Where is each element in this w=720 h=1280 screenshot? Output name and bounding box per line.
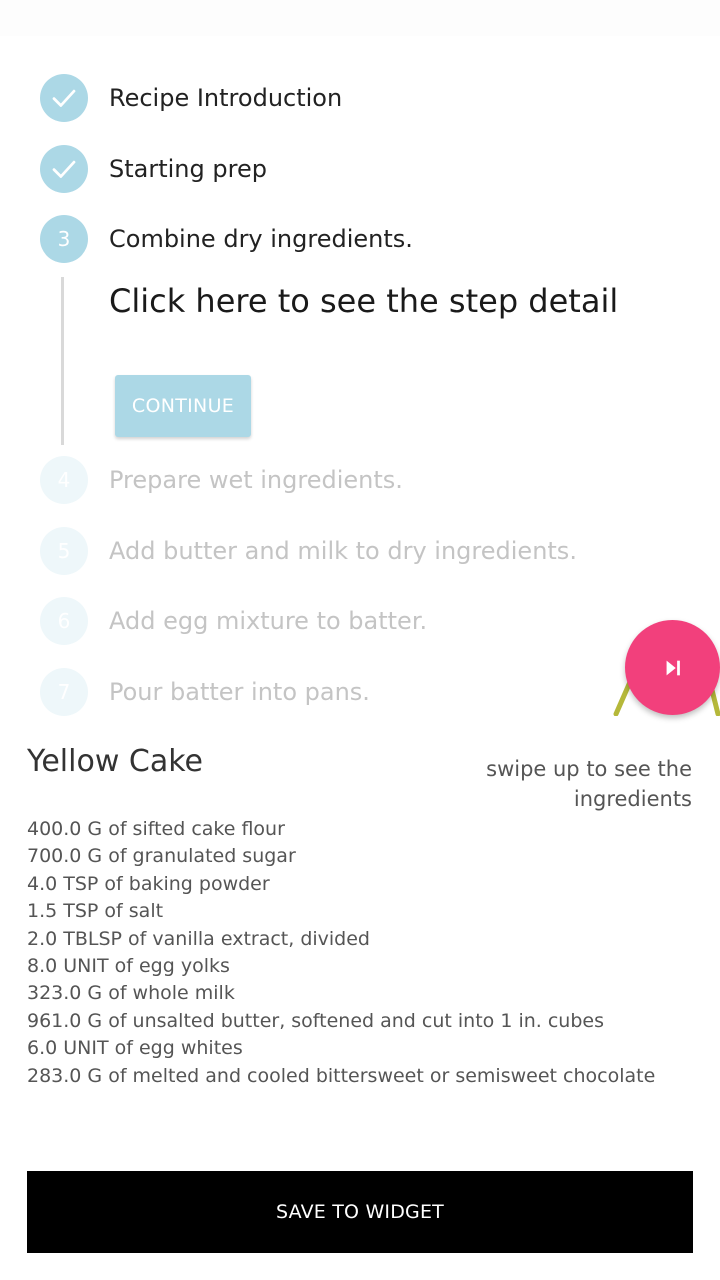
status-bar xyxy=(0,0,720,36)
step-4-label: Prepare wet ingredients. xyxy=(109,466,403,494)
step-6-number: 6 xyxy=(40,597,88,645)
ingredient-item: 2.0 TBLSP of vanilla extract, divided xyxy=(27,927,370,950)
ingredient-item: 400.0 G of sifted cake flour xyxy=(27,818,285,840)
step-7-number: 7 xyxy=(40,668,88,716)
swipe-hint: swipe up to see the ingredients xyxy=(486,757,692,811)
check-icon xyxy=(40,74,88,122)
save-to-widget-button[interactable]: SAVE TO WIDGET xyxy=(27,1171,693,1253)
check-icon xyxy=(40,145,88,193)
ingredient-item: 4.0 TSP of baking powder xyxy=(27,872,270,895)
step-5[interactable]: 5 Add butter and milk to dry ingredients… xyxy=(40,527,577,575)
skip-next-icon xyxy=(666,660,680,675)
step-1[interactable]: Recipe Introduction xyxy=(40,74,342,122)
step-detail-link[interactable]: Click here to see the step detail xyxy=(109,282,618,320)
ingredient-item: 8.0 UNIT of egg yolks xyxy=(27,955,230,978)
continue-button[interactable]: CONTINUE xyxy=(115,375,251,437)
ingredient-item: 6.0 UNIT of egg whites xyxy=(27,1037,243,1060)
step-4-number: 4 xyxy=(40,456,88,504)
step-7[interactable]: 7 Pour batter into pans. xyxy=(40,668,370,716)
ingredient-item: 700.0 G of granulated sugar xyxy=(27,845,296,868)
skip-next-button[interactable] xyxy=(625,620,720,715)
recipe-title: Yellow Cake xyxy=(27,744,203,779)
ingredient-item: 323.0 G of whole milk xyxy=(27,982,235,1005)
step-connector-line xyxy=(61,277,64,445)
step-2[interactable]: Starting prep xyxy=(40,145,267,193)
ingredient-item: 961.0 G of unsalted butter, softened and… xyxy=(27,1009,604,1032)
step-3-label: Combine dry ingredients. xyxy=(109,225,413,253)
step-6-label: Add egg mixture to batter. xyxy=(109,607,428,635)
step-5-number: 5 xyxy=(40,527,88,575)
ingredient-list: 400.0 G of sifted cake flour 700.0 G of … xyxy=(27,816,655,1090)
step-5-label: Add butter and milk to dry ingredients. xyxy=(109,537,577,565)
step-3[interactable]: 3 Combine dry ingredients. xyxy=(40,215,413,263)
step-2-label: Starting prep xyxy=(109,155,267,183)
step-7-label: Pour batter into pans. xyxy=(109,678,370,706)
ingredient-item: 283.0 G of melted and cooled bittersweet… xyxy=(27,1064,656,1087)
step-3-number: 3 xyxy=(40,215,88,263)
ingredient-item: 1.5 TSP of salt xyxy=(27,900,164,923)
step-4[interactable]: 4 Prepare wet ingredients. xyxy=(40,456,403,504)
step-6[interactable]: 6 Add egg mixture to batter. xyxy=(40,597,427,645)
step-1-label: Recipe Introduction xyxy=(109,84,343,112)
